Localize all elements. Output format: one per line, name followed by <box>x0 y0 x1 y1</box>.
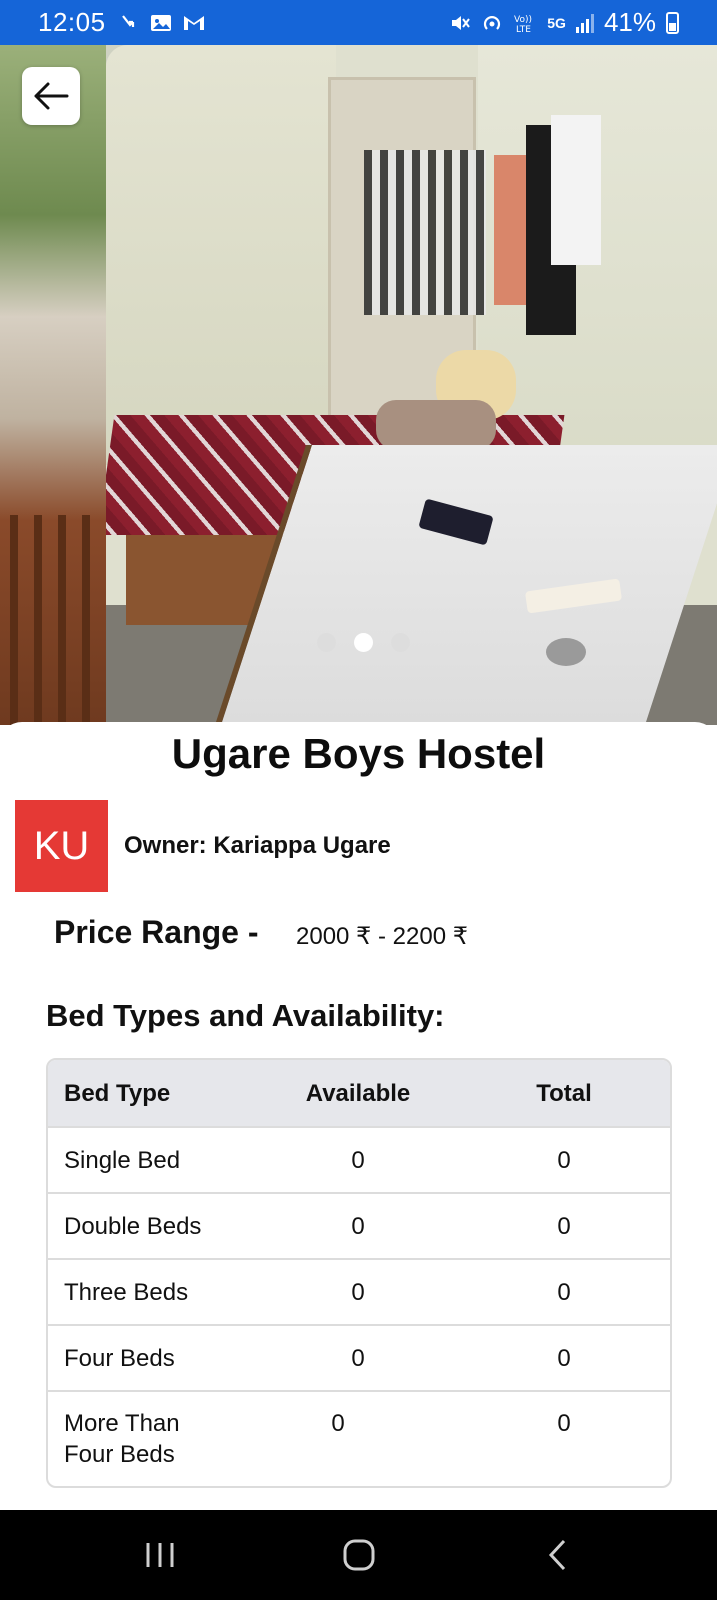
previous-photo[interactable] <box>0 45 106 725</box>
bed-type-cell: Three Beds <box>64 1278 189 1306</box>
battery-icon <box>666 11 679 34</box>
arrow-left-icon <box>34 82 69 110</box>
recent-apps-icon <box>146 1543 173 1567</box>
svg-text:LTE: LTE <box>516 25 531 34</box>
total-cell: 0 <box>557 1146 571 1174</box>
5g-icon: 5G <box>547 14 566 31</box>
table-header: Bed Type Available Total <box>48 1060 670 1126</box>
bed-type-cell: Single Bed <box>64 1146 181 1174</box>
available-cell: 0 <box>351 1344 365 1372</box>
carousel-indicator <box>0 633 717 652</box>
svg-text:Vo)): Vo)) <box>514 15 532 25</box>
available-cell: 0 <box>331 1410 345 1437</box>
photo-carousel[interactable] <box>0 45 717 725</box>
mute-icon <box>452 15 471 30</box>
bed-type-cell: Four Beds <box>64 1344 175 1372</box>
gmail-icon <box>183 15 204 30</box>
column-header: Total <box>536 1079 592 1107</box>
hostel-details: Ugare Boys Hostel KU Owner: Kariappa Uga… <box>0 722 717 1510</box>
available-cell: 0 <box>351 1278 365 1306</box>
recent-apps-button[interactable] <box>120 1525 200 1585</box>
carousel-dot[interactable] <box>390 633 410 652</box>
total-cell: 0 <box>557 1410 571 1437</box>
table-row: Single Bed 0 0 <box>48 1126 670 1192</box>
owner-name: Owner: Kariappa Ugare <box>124 832 391 859</box>
system-nav-bar <box>0 1510 717 1600</box>
carousel-dot[interactable] <box>316 633 336 652</box>
gallery-icon <box>150 14 171 31</box>
availability-heading: Bed Types and Availability: <box>46 998 445 1033</box>
back-nav-button[interactable] <box>518 1525 598 1585</box>
table-row: Double Beds 0 0 <box>48 1192 670 1258</box>
back-nav-icon <box>548 1539 565 1571</box>
status-time: 12:05 <box>38 7 106 37</box>
home-button[interactable] <box>319 1525 399 1585</box>
hotspot-icon <box>484 15 501 30</box>
avatar: KU <box>15 800 108 892</box>
available-cell: 0 <box>351 1212 365 1240</box>
back-button[interactable] <box>22 67 80 125</box>
price-range-value: 2000 ₹ - 2200 ₹ <box>296 923 468 950</box>
signal-icon <box>575 13 594 33</box>
table-row: Three Beds 0 0 <box>48 1258 670 1324</box>
volte-icon: Vo))LTE <box>514 15 532 34</box>
bed-type-cell: Double Beds <box>64 1212 202 1240</box>
column-header: Bed Type <box>64 1079 171 1107</box>
carousel-dot-active[interactable] <box>353 633 373 652</box>
table-row: More Than Four Beds 0 0 <box>48 1390 670 1486</box>
availability-table: Bed Type Available Total Single Bed 0 0 … <box>46 1058 672 1488</box>
battery-percent: 41% <box>603 7 656 37</box>
home-icon <box>343 1539 374 1571</box>
total-cell: 0 <box>557 1278 571 1306</box>
price-range-label: Price Range - <box>54 914 259 950</box>
available-cell: 0 <box>351 1146 365 1174</box>
page-title: Ugare Boys Hostel <box>171 730 546 777</box>
bed-type-cell: More Than Four Beds <box>64 1410 180 1468</box>
table-row: Four Beds 0 0 <box>48 1324 670 1390</box>
status-bar: 12:05 Vo)) LTE 5G 41% <box>0 0 717 45</box>
total-cell: 0 <box>557 1212 571 1240</box>
column-header: Available <box>305 1079 411 1107</box>
missed-call-icon <box>121 14 134 27</box>
total-cell: 0 <box>557 1344 571 1372</box>
hostel-room-photo[interactable] <box>106 45 717 725</box>
